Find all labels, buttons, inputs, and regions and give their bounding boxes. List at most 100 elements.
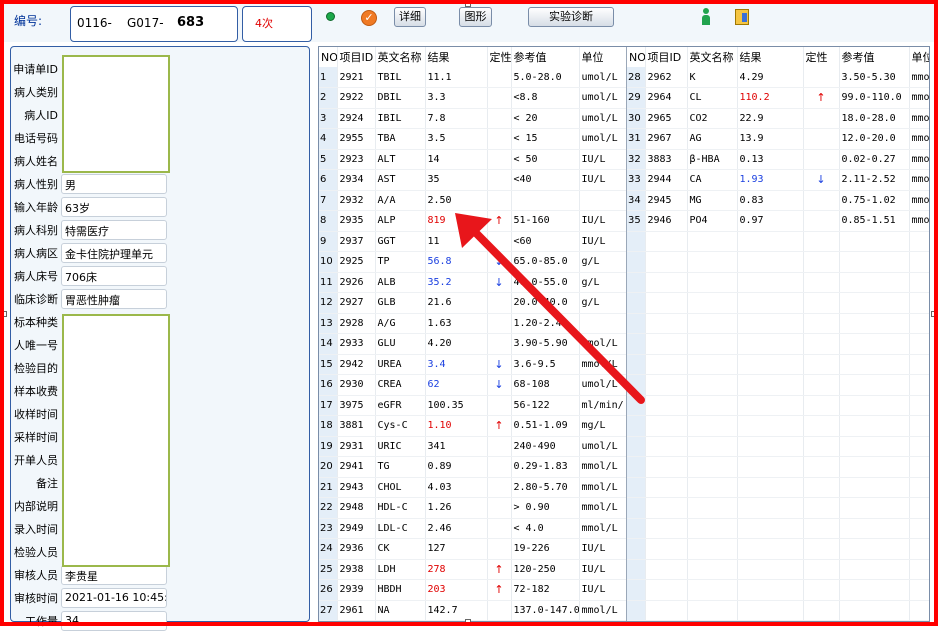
table-row[interactable]: 2 2922 DBIL 3.3 <8.8 umol/L [319, 87, 627, 109]
col-header-right-5[interactable]: 参考值 [839, 47, 910, 67]
cell-name: GGT [375, 231, 426, 252]
col-header-left-3[interactable]: 结果 [425, 47, 488, 67]
table-row[interactable] [627, 559, 929, 580]
table-row[interactable] [627, 251, 929, 273]
col-header-right-4[interactable]: 定性 [803, 47, 840, 67]
table-row[interactable]: 14 2933 GLU 4.20 3.90-5.90 mmol/L [319, 333, 627, 355]
table-row[interactable]: 302965CO222.9 18.0-28.0mmol/L [627, 108, 929, 129]
detail-button[interactable]: 详细 [394, 7, 426, 27]
table-row[interactable] [627, 579, 929, 601]
table-row[interactable] [627, 477, 929, 498]
table-row[interactable]: 3 2924 IBIL 7.8 < 20 umol/L [319, 108, 627, 129]
col-header-right-0[interactable]: NO [627, 47, 646, 67]
table-row[interactable] [627, 231, 929, 252]
table-row[interactable]: 13 2928 A/G 1.63 1.20-2.40 [319, 313, 627, 334]
col-header-left-6[interactable]: 单位 [579, 47, 627, 67]
patient-id-box[interactable] [62, 55, 170, 173]
cell-no: 5 [319, 149, 338, 170]
col-header-right-2[interactable]: 英文名称 [687, 47, 738, 67]
table-row[interactable]: 23 2949 LDL-C 2.46 < 4.0 mmol/L [319, 518, 627, 539]
table-row[interactable]: 6 2934 AST 35 <40 IU/L [319, 169, 627, 191]
col-header-left-4[interactable]: 定性 [487, 47, 512, 67]
check-icon[interactable]: ✓ [361, 10, 377, 26]
cell-id: 2961 [337, 600, 376, 621]
field-value-diagnosis[interactable]: 胃恶性肿瘤 [61, 289, 167, 309]
field-value-dept[interactable]: 特需医疗 [61, 220, 167, 240]
table-row[interactable]: 12 2927 GLB 21.6 20.0-40.0 g/L [319, 292, 627, 314]
field-value-reviewer[interactable]: 李贵星 [61, 565, 167, 585]
table-row[interactable]: 21 2943 CHOL 4.03 2.80-5.70 mmol/L [319, 477, 627, 498]
col-header-left-0[interactable]: NO [319, 47, 338, 67]
cell-unit: IU/L [579, 210, 627, 232]
table-row[interactable] [627, 292, 929, 314]
table-row[interactable]: 24 2936 CK 127 19-226 IU/L [319, 538, 627, 560]
table-row[interactable] [627, 538, 929, 560]
field-value-ward[interactable]: 金卡住院护理单元 [61, 243, 167, 263]
table-row[interactable]: 352946PO40.97 0.85-1.51mmol/L [627, 210, 929, 232]
table-row[interactable]: 15 2942 UREA 3.4 ↓ 3.6-9.5 mmol/L [319, 354, 627, 375]
field-label-unique-no: 人唯一号 [14, 339, 58, 352]
table-row[interactable]: 17 3975 eGFR 100.35 56-122 ml/min/ [319, 395, 627, 416]
table-row[interactable] [627, 272, 929, 293]
table-row[interactable]: 25 2938 LDH 278 ↑ 120-250 IU/L [319, 559, 627, 580]
cell-no: 15 [319, 354, 338, 375]
col-header-left-2[interactable]: 英文名称 [375, 47, 426, 67]
table-row[interactable]: 332944CA1.93↓2.11-2.52mmol/L [627, 169, 929, 191]
table-row[interactable] [627, 518, 929, 539]
results-grid[interactable]: NO 项目ID 英文名称 结果 定性 参考值 单位 1 2921 TBIL 11.1 5.0-28.0… [318, 46, 930, 622]
table-row[interactable]: 5 2923 ALT 14 < 50 IU/L [319, 149, 627, 170]
field-value-workload[interactable]: 34 [61, 611, 167, 631]
sample-code-field[interactable]: 0116- G017- 683 [70, 6, 238, 42]
table-row[interactable]: 1 2921 TBIL 11.1 5.0-28.0 umol/L [319, 67, 627, 88]
table-row[interactable] [627, 333, 929, 355]
table-row[interactable]: 10 2925 TP 56.8 ↓ 65.0-85.0 g/L [319, 251, 627, 273]
table-row[interactable]: 342945MG0.83 0.75-1.02mmol/L [627, 190, 929, 211]
field-value-sex[interactable]: 男 [61, 174, 167, 194]
col-header-left-5[interactable]: 参考值 [511, 47, 580, 67]
table-row[interactable]: 7 2932 A/A 2.50 [319, 190, 627, 211]
count-field[interactable]: 4次 [242, 6, 312, 42]
table-row[interactable]: 11 2926 ALB 35.2 ↓ 40.0-55.0 g/L [319, 272, 627, 293]
cell-ref: < 20 [511, 108, 580, 129]
table-row[interactable]: 282962K4.29 3.50-5.30mmol/L [627, 67, 929, 88]
table-row[interactable]: 16 2930 CREA 62 ↓ 68-108 umol/L [319, 374, 627, 396]
table-row[interactable]: 9 2937 GGT 11 <60 IU/L [319, 231, 627, 252]
report-icon[interactable] [735, 9, 749, 25]
col-header-right-3[interactable]: 结果 [737, 47, 804, 67]
table-row[interactable]: 323883β-HBA0.13 0.02-0.27mmol/L [627, 149, 929, 170]
selection-handle-left[interactable] [1, 311, 7, 317]
selection-handle-top[interactable] [465, 1, 471, 7]
table-row[interactable]: 18 3881 Cys-C 1.10 ↑ 0.51-1.09 mg/L [319, 415, 627, 437]
table-row[interactable] [627, 497, 929, 519]
table-row[interactable]: 22 2948 HDL-C 1.26 > 0.90 mmol/L [319, 497, 627, 519]
table-row[interactable] [627, 600, 929, 621]
col-header-right-6[interactable]: 单位 [909, 47, 929, 67]
specimen-info-box[interactable] [62, 314, 170, 567]
graph-button[interactable]: 图形 [459, 7, 492, 27]
table-row[interactable] [627, 436, 929, 457]
empty-cell [687, 477, 738, 498]
table-row[interactable]: 20 2941 TG 0.89 0.29-1.83 mmol/L [319, 456, 627, 478]
table-row[interactable]: 4 2955 TBA 3.5 < 15 umol/L [319, 128, 627, 150]
col-header-right-1[interactable]: 项目ID [645, 47, 688, 67]
table-row[interactable] [627, 313, 929, 334]
col-header-left-1[interactable]: 项目ID [337, 47, 376, 67]
selection-handle-right[interactable] [931, 311, 937, 317]
user-icon[interactable] [702, 8, 710, 26]
diagnosis-button[interactable]: 实验诊断 [528, 7, 614, 27]
field-value-age[interactable]: 63岁 [61, 197, 167, 217]
table-row[interactable] [627, 374, 929, 396]
table-row[interactable]: 27 2961 NA 142.7 137.0-147.0 mmol/L [319, 600, 627, 621]
table-row[interactable]: 292964CL110.2↑99.0-110.0mmol/L [627, 87, 929, 109]
table-row[interactable] [627, 456, 929, 478]
field-value-bed[interactable]: 706床 [61, 266, 167, 286]
table-row[interactable]: 8 2935 ALP 819 ↑ 51-160 IU/L [319, 210, 627, 232]
table-row[interactable] [627, 415, 929, 437]
table-row[interactable]: 312967AG13.9 12.0-20.0mmol/L [627, 128, 929, 150]
table-row[interactable]: 19 2931 URIC 341 240-490 umol/L [319, 436, 627, 457]
field-value-review-time[interactable]: 2021-01-16 10:45:3 [61, 588, 167, 608]
selection-handle-bottom[interactable] [465, 619, 471, 625]
table-row[interactable] [627, 395, 929, 416]
table-row[interactable]: 26 2939 HBDH 203 ↑ 72-182 IU/L [319, 579, 627, 601]
table-row[interactable] [627, 354, 929, 375]
